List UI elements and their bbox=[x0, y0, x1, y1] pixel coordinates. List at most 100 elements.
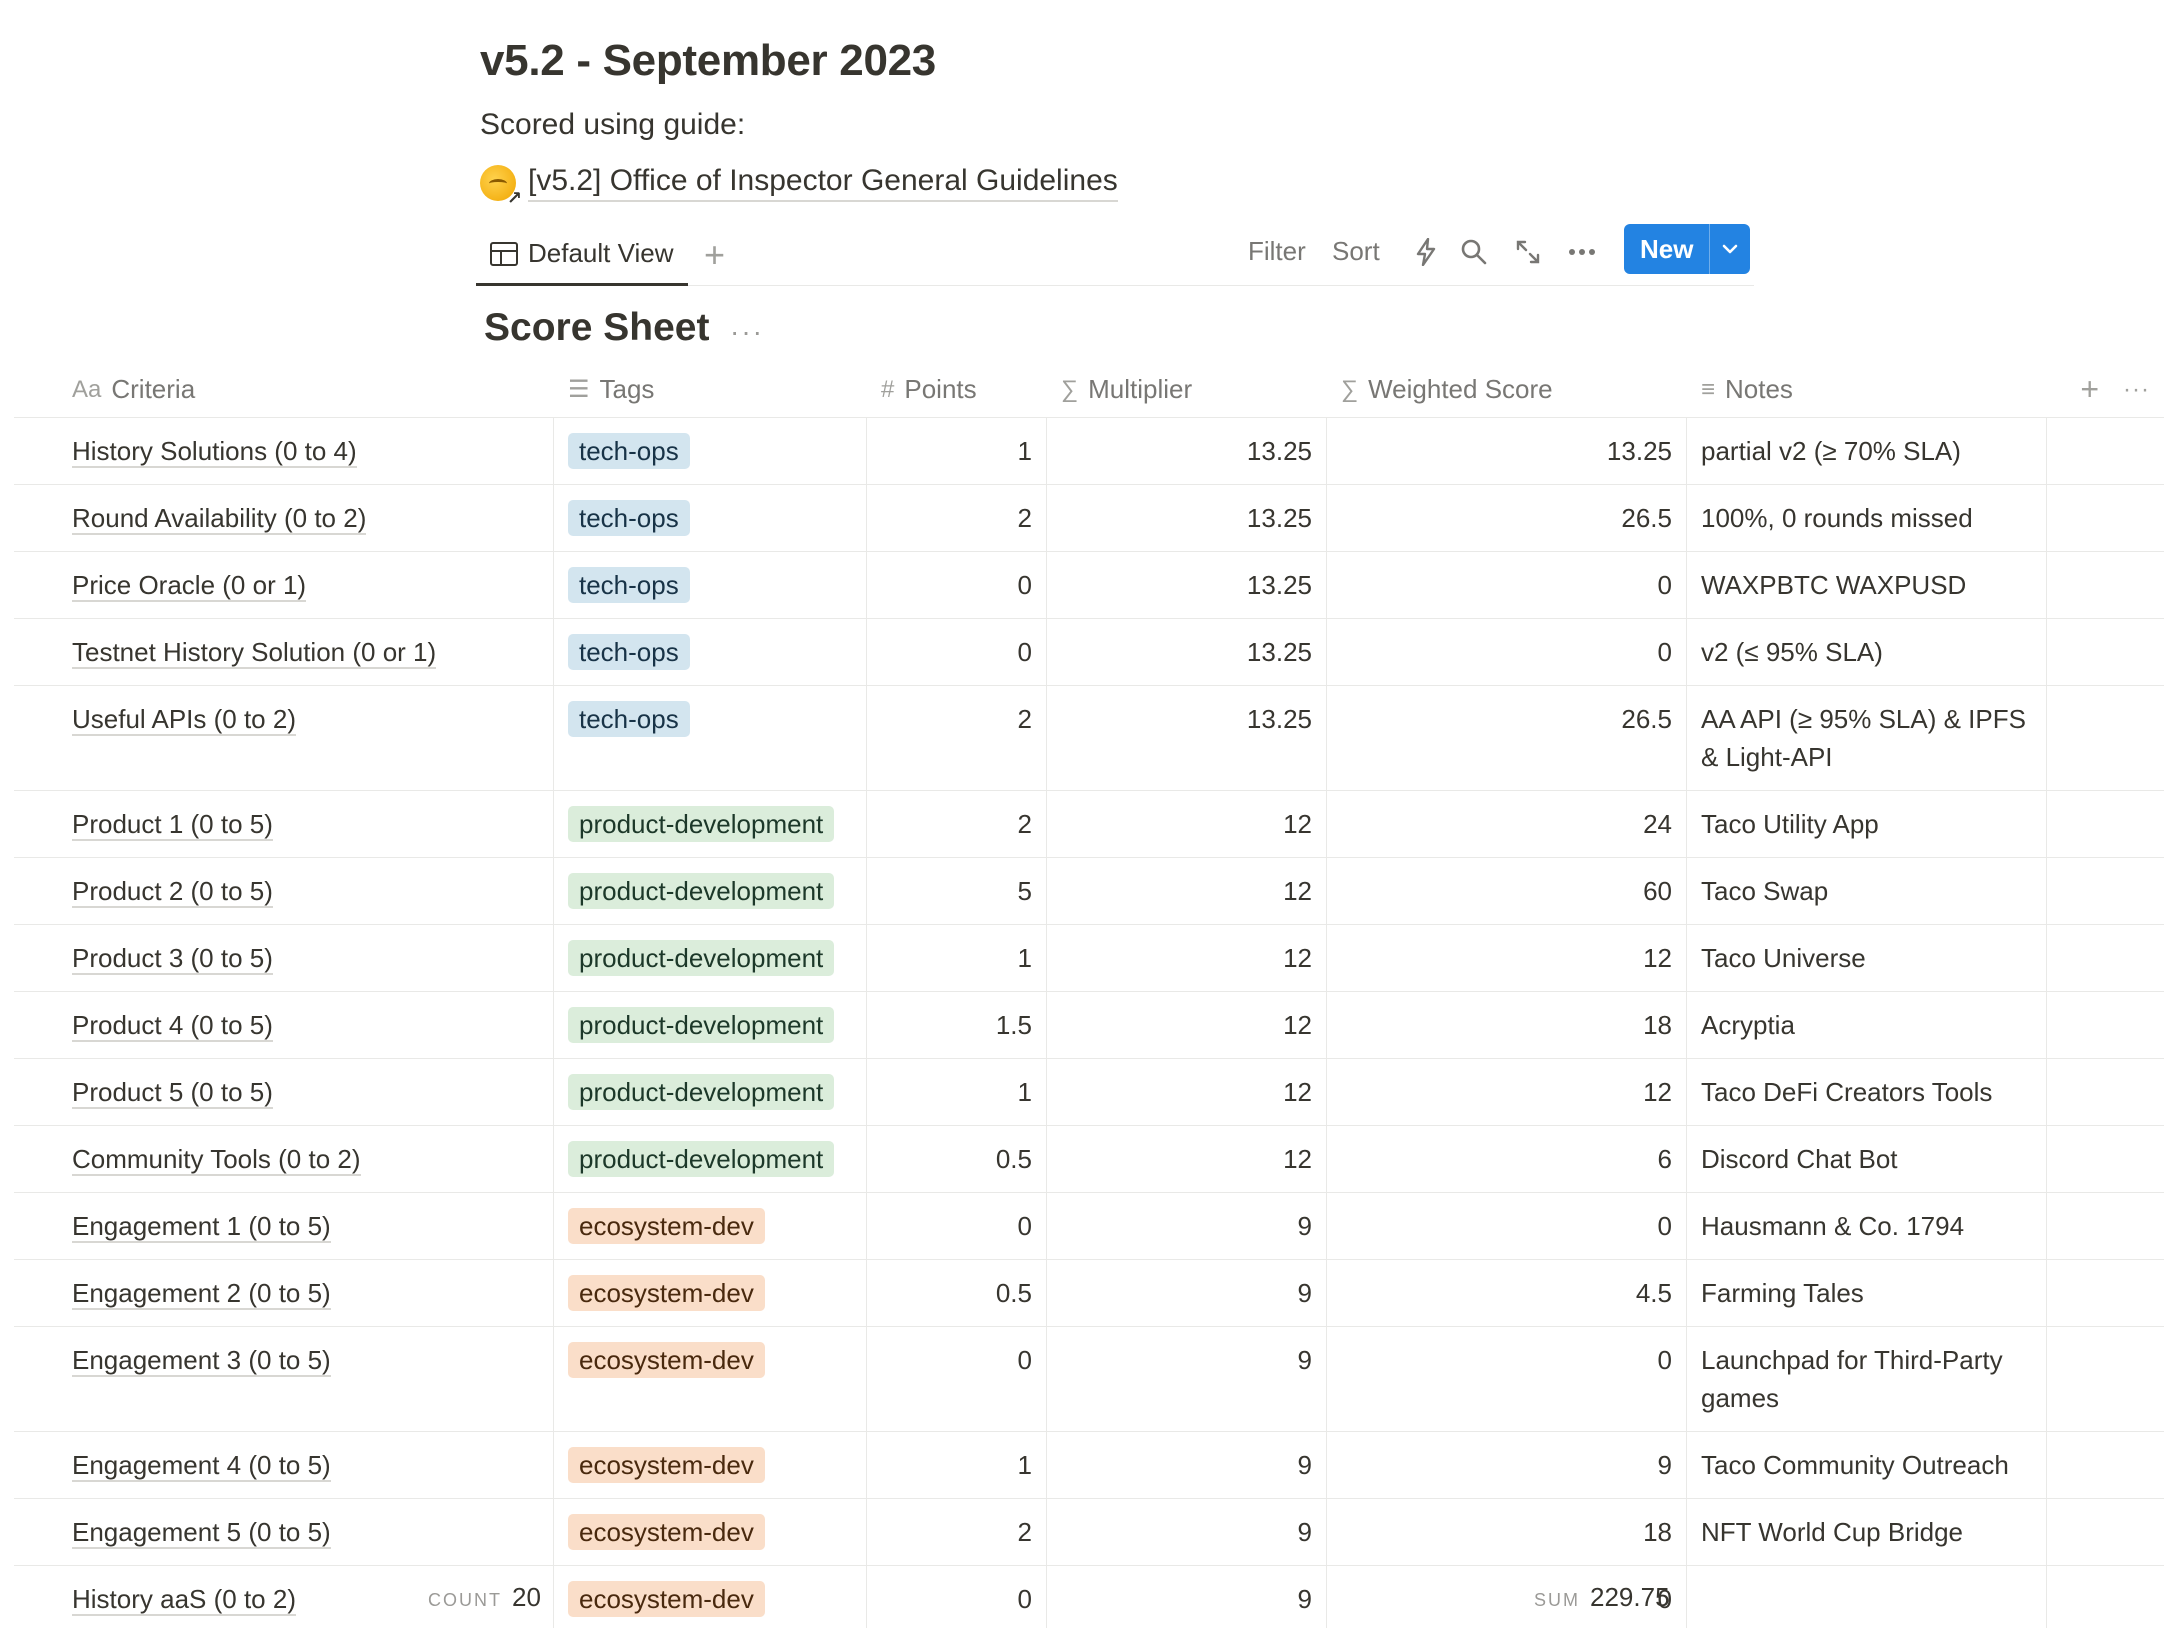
criteria-cell[interactable]: Useful APIs (0 to 2) bbox=[14, 686, 554, 790]
table-row[interactable]: Engagement 1 (0 to 5) ecosystem-dev 0 9 0 Hau… bbox=[14, 1193, 2164, 1260]
criteria-title[interactable]: History Solutions (0 to 4) bbox=[72, 436, 357, 468]
criteria-title[interactable]: Engagement 4 (0 to 5) bbox=[72, 1450, 331, 1482]
tags-cell[interactable]: ecosystem-dev bbox=[554, 1193, 867, 1259]
criteria-title[interactable]: Product 4 (0 to 5) bbox=[72, 1010, 273, 1042]
criteria-title[interactable]: Useful APIs (0 to 2) bbox=[72, 704, 296, 736]
criteria-title[interactable]: Engagement 1 (0 to 5) bbox=[72, 1211, 331, 1243]
tags-cell[interactable]: product-development bbox=[554, 1059, 867, 1125]
table-row[interactable]: Price Oracle (0 or 1) tech-ops 0 13.25 0 WAXP… bbox=[14, 552, 2164, 619]
new-button[interactable]: New bbox=[1624, 224, 1751, 274]
automation-bolt-icon[interactable] bbox=[1408, 234, 1444, 270]
multiplier-cell[interactable]: 13.25 bbox=[1047, 552, 1327, 618]
criteria-title[interactable]: Price Oracle (0 or 1) bbox=[72, 570, 307, 602]
table-row[interactable]: Testnet History Solution (0 or 1) tech-op… bbox=[14, 619, 2164, 686]
table-row[interactable]: Useful APIs (0 to 2) tech-ops 2 13.25 26.5 AA… bbox=[14, 686, 2164, 791]
points-cell[interactable]: 2 bbox=[867, 686, 1047, 790]
notes-cell[interactable]: Taco Universe bbox=[1687, 925, 2047, 991]
criteria-title[interactable]: Product 1 (0 to 5) bbox=[72, 809, 273, 841]
tags-cell[interactable]: product-development bbox=[554, 992, 867, 1058]
notes-cell[interactable]: Taco DeFi Creators Tools bbox=[1687, 1059, 2047, 1125]
add-column-icon[interactable]: + bbox=[2080, 371, 2099, 408]
points-cell[interactable]: 0.5 bbox=[867, 1126, 1047, 1192]
tags-cell[interactable]: tech-ops bbox=[554, 485, 867, 551]
notes-cell[interactable]: AA API (≥ 95% SLA) & IPFS & Light-API bbox=[1687, 686, 2047, 790]
multiplier-cell[interactable]: 9 bbox=[1047, 1499, 1327, 1565]
multiplier-cell[interactable]: 13.25 bbox=[1047, 418, 1327, 484]
new-button-label[interactable]: New bbox=[1624, 224, 1711, 274]
notes-cell[interactable]: Taco Utility App bbox=[1687, 791, 2047, 857]
criteria-cell[interactable]: Product 3 (0 to 5) bbox=[14, 925, 554, 991]
points-cell[interactable]: 0 bbox=[867, 1327, 1047, 1431]
weighted-score-cell[interactable]: 0 bbox=[1327, 552, 1687, 618]
criteria-cell[interactable]: Engagement 3 (0 to 5) bbox=[14, 1327, 554, 1431]
notes-cell[interactable]: Farming Tales bbox=[1687, 1260, 2047, 1326]
weighted-score-cell[interactable]: 18 bbox=[1327, 992, 1687, 1058]
criteria-cell[interactable]: Product 1 (0 to 5) bbox=[14, 791, 554, 857]
weighted-score-cell[interactable]: 9 bbox=[1327, 1432, 1687, 1498]
sum-calculation[interactable]: SUM 229.75 bbox=[1534, 1582, 1670, 1613]
database-title[interactable]: Score Sheet bbox=[484, 306, 709, 350]
criteria-cell[interactable]: Testnet History Solution (0 or 1) bbox=[14, 619, 554, 685]
column-header-multiplier[interactable]: ∑ Multiplier bbox=[1047, 362, 1327, 417]
weighted-score-cell[interactable]: 18 bbox=[1327, 1499, 1687, 1565]
points-cell[interactable]: 2 bbox=[867, 485, 1047, 551]
notes-cell[interactable]: Acryptia bbox=[1687, 992, 2047, 1058]
table-row[interactable]: Product 1 (0 to 5) product-development 2 12… bbox=[14, 791, 2164, 858]
tags-cell[interactable]: tech-ops bbox=[554, 552, 867, 618]
multiplier-cell[interactable]: 12 bbox=[1047, 1059, 1327, 1125]
multiplier-cell[interactable]: 12 bbox=[1047, 858, 1327, 924]
criteria-cell[interactable]: Price Oracle (0 or 1) bbox=[14, 552, 554, 618]
criteria-cell[interactable]: History Solutions (0 to 4) bbox=[14, 418, 554, 484]
expand-icon[interactable] bbox=[1510, 234, 1546, 270]
criteria-title[interactable]: Product 2 (0 to 5) bbox=[72, 876, 273, 908]
weighted-score-cell[interactable]: 60 bbox=[1327, 858, 1687, 924]
weighted-score-cell[interactable]: 26.5 bbox=[1327, 485, 1687, 551]
weighted-score-cell[interactable]: 24 bbox=[1327, 791, 1687, 857]
criteria-cell[interactable]: Community Tools (0 to 2) bbox=[14, 1126, 554, 1192]
table-row[interactable]: Product 5 (0 to 5) product-development 1 12… bbox=[14, 1059, 2164, 1126]
tags-cell[interactable]: tech-ops bbox=[554, 619, 867, 685]
multiplier-cell[interactable]: 13.25 bbox=[1047, 686, 1327, 790]
search-icon[interactable] bbox=[1456, 234, 1492, 270]
points-cell[interactable]: 1 bbox=[867, 418, 1047, 484]
criteria-cell[interactable]: Product 4 (0 to 5) bbox=[14, 992, 554, 1058]
column-header-tags[interactable]: ☰ Tags bbox=[554, 362, 867, 417]
notes-cell[interactable]: partial v2 (≥ 70% SLA) bbox=[1687, 418, 2047, 484]
criteria-cell[interactable]: Engagement 5 (0 to 5) bbox=[14, 1499, 554, 1565]
multiplier-cell[interactable]: 9 bbox=[1047, 1260, 1327, 1326]
criteria-cell[interactable]: Engagement 1 (0 to 5) bbox=[14, 1193, 554, 1259]
points-cell[interactable]: 1 bbox=[867, 1059, 1047, 1125]
add-view-button[interactable]: + bbox=[704, 234, 725, 276]
multiplier-cell[interactable]: 9 bbox=[1047, 1193, 1327, 1259]
points-cell[interactable]: 0 bbox=[867, 619, 1047, 685]
criteria-title[interactable]: Community Tools (0 to 2) bbox=[72, 1144, 361, 1176]
multiplier-cell[interactable]: 12 bbox=[1047, 992, 1327, 1058]
points-cell[interactable]: 1 bbox=[867, 1432, 1047, 1498]
table-row[interactable]: Engagement 4 (0 to 5) ecosystem-dev 1 9 9 Tac… bbox=[14, 1432, 2164, 1499]
multiplier-cell[interactable]: 12 bbox=[1047, 925, 1327, 991]
weighted-score-cell[interactable]: 12 bbox=[1327, 1059, 1687, 1125]
tags-cell[interactable]: product-development bbox=[554, 791, 867, 857]
weighted-score-cell[interactable]: 26.5 bbox=[1327, 686, 1687, 790]
notes-cell[interactable]: Launchpad for Third-Party games bbox=[1687, 1327, 2047, 1431]
weighted-score-cell[interactable]: 12 bbox=[1327, 925, 1687, 991]
tab-default-view[interactable]: Default View bbox=[476, 224, 688, 286]
tags-cell[interactable]: ecosystem-dev bbox=[554, 1327, 867, 1431]
notes-cell[interactable]: 100%, 0 rounds missed bbox=[1687, 485, 2047, 551]
guide-link[interactable]: ↗ [v5.2] Office of Inspector General Gui… bbox=[480, 164, 1118, 207]
column-header-points[interactable]: # Points bbox=[867, 362, 1047, 417]
tags-cell[interactable]: product-development bbox=[554, 858, 867, 924]
multiplier-cell[interactable]: 9 bbox=[1047, 1432, 1327, 1498]
points-cell[interactable]: 0 bbox=[867, 1193, 1047, 1259]
weighted-score-cell[interactable]: 4.5 bbox=[1327, 1260, 1687, 1326]
chevron-down-icon[interactable] bbox=[1710, 224, 1750, 274]
weighted-score-cell[interactable]: 0 bbox=[1327, 619, 1687, 685]
count-calculation[interactable]: COUNT 20 bbox=[428, 1582, 541, 1613]
points-cell[interactable]: 2 bbox=[867, 791, 1047, 857]
notes-cell[interactable]: NFT World Cup Bridge bbox=[1687, 1499, 2047, 1565]
weighted-score-cell[interactable]: 6 bbox=[1327, 1126, 1687, 1192]
page-title[interactable]: v5.2 - September 2023 bbox=[480, 36, 936, 86]
tags-cell[interactable]: product-development bbox=[554, 1126, 867, 1192]
more-options-icon[interactable] bbox=[1564, 234, 1600, 270]
multiplier-cell[interactable]: 13.25 bbox=[1047, 485, 1327, 551]
